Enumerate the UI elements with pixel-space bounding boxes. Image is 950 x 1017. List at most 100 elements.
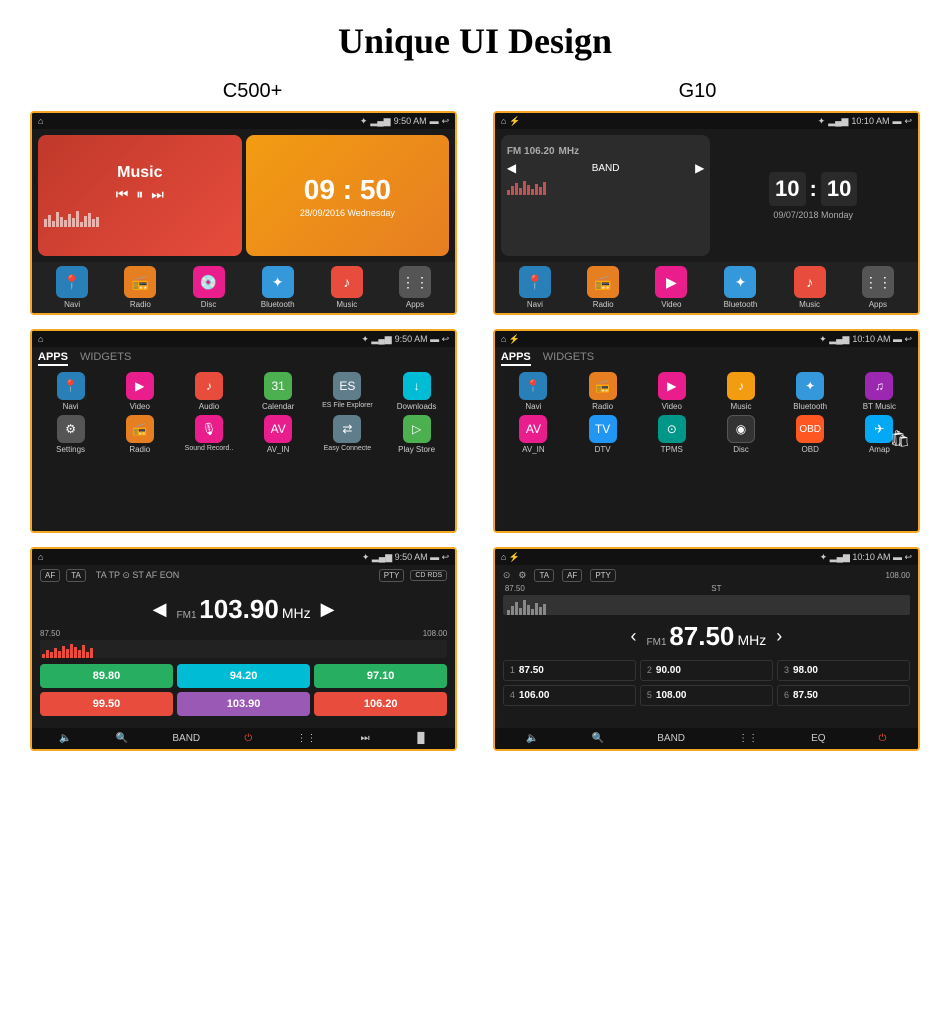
c500-radio-content: AF TA TA TP ⊙ ST AF EON PTY CD RDS ◀ FM1…	[32, 565, 455, 728]
bt-icon: ✦	[360, 116, 368, 127]
vol-icon[interactable]: 🔈	[59, 733, 71, 744]
music-bars	[44, 207, 236, 227]
app-apps[interactable]: ⋮⋮ Apps	[399, 266, 431, 309]
g10-freq-display: ‹ FM1 87.50 MHz ›	[503, 621, 910, 652]
g10-radio-screen: ⌂ ⚡ ✦ ▂▄▆ 10:10 AM ▬ ↩ ⊙ ⚙ TA AF PTY 108…	[495, 549, 918, 749]
app-bt-music[interactable]: ♫ BT Music	[847, 372, 912, 411]
app-navi[interactable]: 📍 Navi	[56, 266, 88, 309]
battery-icon: ▬	[892, 116, 901, 126]
apps-icon[interactable]: ⋮⋮	[738, 733, 758, 744]
app-disc[interactable]: ◉ Disc	[708, 415, 773, 454]
apps-tabs: APPS WIDGETS	[38, 351, 449, 366]
preset-3[interactable]: 97.10	[314, 664, 447, 688]
app-calendar[interactable]: 31 Calendar	[246, 372, 311, 411]
skip-icon[interactable]: ⏭	[361, 733, 370, 744]
clock-date: 09/07/2018 Monday	[773, 210, 853, 220]
apps-grid: 📍 Navi ▶ Video ♪ Audio 31	[38, 372, 449, 454]
preset-6[interactable]: 106.20	[314, 692, 447, 716]
prev-icon[interactable]: ⏮	[116, 186, 129, 203]
play-icon[interactable]: ⏸	[136, 186, 143, 203]
app-easy-connect[interactable]: ⇄ Easy Connecte	[315, 415, 380, 454]
app-bluetooth[interactable]: ✦ Bluetooth	[778, 372, 843, 411]
tab-apps[interactable]: APPS	[501, 351, 531, 366]
app-video[interactable]: ▶ Video	[107, 372, 172, 411]
search-icon[interactable]: 🔍	[116, 733, 128, 744]
app-disc[interactable]: 💿 Disc	[193, 266, 225, 309]
preset-2[interactable]: 94.20	[177, 664, 310, 688]
search-icon[interactable]: 🔍	[592, 733, 604, 744]
freq-right[interactable]: ▶	[321, 599, 335, 620]
app-music[interactable]: ♪ Music	[708, 372, 773, 411]
af-btn[interactable]: AF	[40, 569, 60, 582]
band-btn[interactable]: BAND	[657, 733, 685, 744]
c500-main-area: Music ⏮ ⏸ ⏭	[32, 129, 455, 262]
tab-widgets[interactable]: WIDGETS	[80, 351, 131, 366]
app-navi[interactable]: 📍 Navi	[519, 266, 551, 309]
shop-icon[interactable]: 🛍	[890, 429, 910, 449]
app-av-in[interactable]: AV AV_IN	[501, 415, 566, 454]
app-settings[interactable]: ⚙ Settings	[38, 415, 103, 454]
g10-clock-widget: 10 : 10 09/07/2018 Monday	[714, 135, 912, 256]
rds-btn[interactable]: CD RDS	[410, 570, 447, 581]
power-icon[interactable]: ⏻	[244, 733, 252, 744]
g10-spectrum	[503, 595, 910, 615]
app-navi[interactable]: 📍 Navi	[501, 372, 566, 411]
tab-widgets[interactable]: WIDGETS	[543, 351, 594, 366]
pty-btn[interactable]: PTY	[590, 569, 616, 582]
app-radio[interactable]: 📻 Radio	[587, 266, 619, 309]
app-dtv[interactable]: TV DTV	[570, 415, 635, 454]
eq-btn[interactable]: EQ	[811, 733, 825, 744]
preset-2[interactable]: 2 90.00	[640, 660, 773, 681]
g10-radio-content: ⊙ ⚙ TA AF PTY 108.00 87.50 ST	[495, 565, 918, 728]
preset-1[interactable]: 89.80	[40, 664, 173, 688]
app-downloads[interactable]: ↓ Downloads	[384, 372, 449, 411]
app-video[interactable]: ▶ Video	[639, 372, 704, 411]
power-icon[interactable]: ⏻	[879, 733, 887, 744]
prev-icon[interactable]: ◀	[507, 161, 516, 175]
freq-right[interactable]: ›	[776, 626, 782, 647]
pty-btn[interactable]: PTY	[379, 569, 405, 582]
row-apps: ⌂ ✦ ▂▄▆ 9:50 AM ▬ ↩ APPS WIDGETS 📍 Na	[30, 329, 920, 533]
app-bluetooth[interactable]: ✦ Bluetooth	[261, 266, 295, 309]
app-av-in[interactable]: AV AV_IN	[246, 415, 311, 454]
c500-radio-status: ⌂ ✦ ▂▄▆ 9:50 AM ▬ ↩	[32, 549, 455, 565]
preset-4[interactable]: 99.50	[40, 692, 173, 716]
apps-icon[interactable]: ⋮⋮	[296, 733, 316, 744]
app-music[interactable]: ♪ Music	[331, 266, 363, 309]
preset-5[interactable]: 5 108.00	[640, 685, 773, 706]
app-obd[interactable]: OBD OBD	[778, 415, 843, 454]
app-bluetooth[interactable]: ✦ Bluetooth	[724, 266, 758, 309]
preset-6[interactable]: 6 87.50	[777, 685, 910, 706]
preset-4[interactable]: 4 106.00	[503, 685, 636, 706]
freq-left[interactable]: ◀	[153, 599, 167, 620]
app-sound-record[interactable]: 🎙 Sound Record..	[176, 415, 241, 454]
ta-btn[interactable]: TA	[66, 569, 86, 582]
app-tpms[interactable]: ⊙ TPMS	[639, 415, 704, 454]
band-btn[interactable]: BAND	[172, 733, 200, 744]
app-music[interactable]: ♪ Music	[794, 266, 826, 309]
app-radio[interactable]: 📻 Radio	[107, 415, 172, 454]
tab-apps[interactable]: APPS	[38, 351, 68, 366]
preset-5[interactable]: 103.90	[177, 692, 310, 716]
next-icon[interactable]: ▶	[695, 161, 704, 175]
freq-left[interactable]: ‹	[631, 626, 637, 647]
app-navi[interactable]: 📍 Navi	[38, 372, 103, 411]
preset-3[interactable]: 3 98.00	[777, 660, 910, 681]
app-radio[interactable]: 📻 Radio	[570, 372, 635, 411]
g10-apps-content: APPS WIDGETS 🛍 📍 Navi 📻 Radio	[495, 347, 918, 531]
app-play-store[interactable]: ▷ Play Store	[384, 415, 449, 454]
ta-btn[interactable]: TA	[534, 569, 554, 582]
g10-radio-wrapper: ⌂ ⚡ ✦ ▂▄▆ 10:10 AM ▬ ↩ ⊙ ⚙ TA AF PTY 108…	[493, 547, 920, 751]
c500-status-bar: ⌂ ✦ ▂▄▆ 9:50 AM ▬ ↩	[32, 113, 455, 129]
app-video[interactable]: ▶ Video	[655, 266, 687, 309]
app-es-file[interactable]: ES ES File Explorer	[315, 372, 380, 411]
app-apps[interactable]: ⋮⋮ Apps	[862, 266, 894, 309]
af-btn[interactable]: AF	[562, 569, 582, 582]
vol-icon[interactable]: 🔈	[526, 733, 538, 744]
eq-icon[interactable]: ▐▌	[414, 733, 428, 744]
app-radio[interactable]: 📻 Radio	[124, 266, 156, 309]
g10-apps-status: ⌂ ⚡ ✦ ▂▄▆ 10:10 AM ▬ ↩	[495, 331, 918, 347]
preset-1[interactable]: 1 87.50	[503, 660, 636, 681]
app-audio[interactable]: ♪ Audio	[176, 372, 241, 411]
next-icon[interactable]: ⏭	[151, 186, 164, 203]
